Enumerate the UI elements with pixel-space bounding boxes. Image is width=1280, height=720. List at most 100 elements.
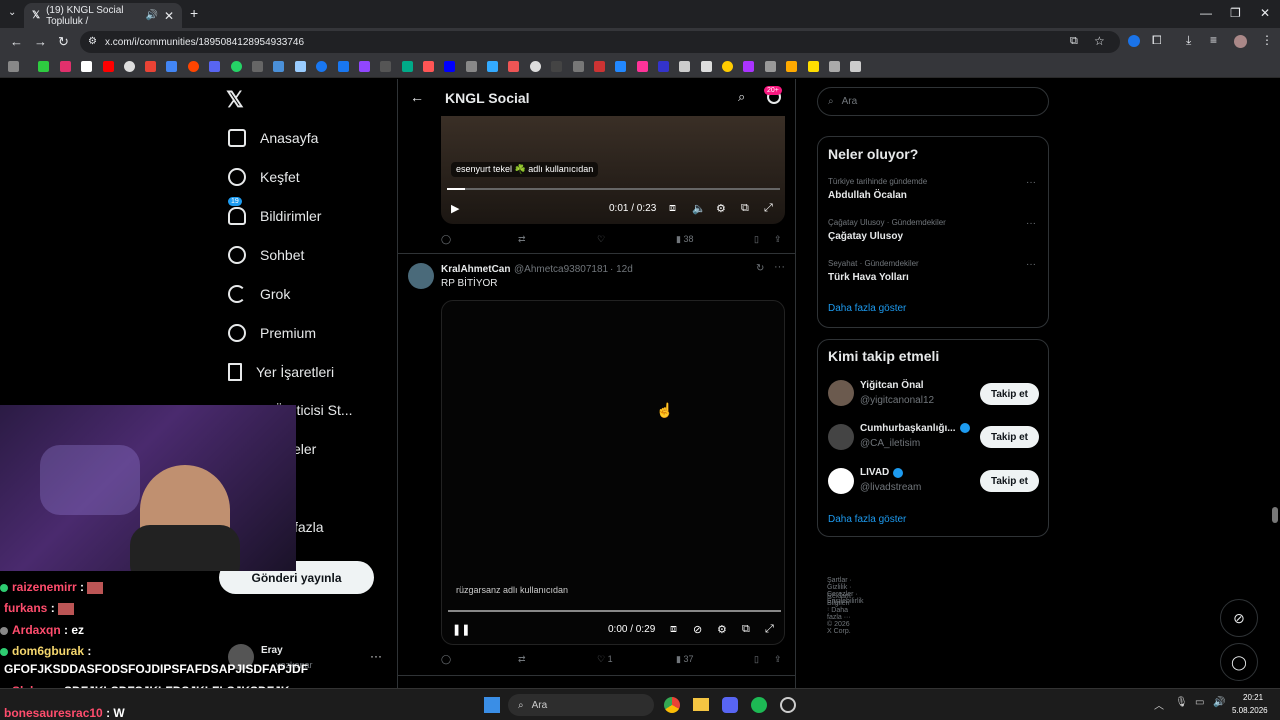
site-info-icon[interactable]: ⚙ [88, 36, 97, 47]
install-icon[interactable]: ⧉ [1070, 35, 1078, 48]
bookmark-icon[interactable] [615, 61, 626, 72]
volume-icon[interactable]: 🔈 [692, 202, 706, 215]
show-more-link[interactable]: Daha fazla göster [828, 303, 906, 314]
reading-list-icon[interactable]: ≡ [1210, 33, 1217, 47]
url-field[interactable]: ⚙ x.com/i/communities/189508412895493374… [80, 31, 1120, 53]
bookmark-icon[interactable] [530, 61, 541, 72]
bookmark-icon[interactable] [679, 61, 690, 72]
sidebar-item-premium[interactable]: Premium [228, 324, 316, 342]
bookmark-icon[interactable] [701, 61, 712, 72]
browser-tab[interactable]: 𝕏 (19) KNGL Social Topluluk / 🔊 ✕ [24, 3, 182, 28]
settings-icon[interactable]: ⚙ [717, 623, 727, 636]
bookmark-icon[interactable] [124, 61, 135, 72]
fullscreen-icon[interactable]: ⤢ [764, 202, 773, 215]
video-progress[interactable] [447, 188, 780, 190]
microphone-icon[interactable]: 🎙 [1175, 697, 1188, 708]
bookmark-icon[interactable] [145, 61, 156, 72]
sidebar-item-home[interactable]: Anasayfa [228, 129, 318, 147]
close-window-icon[interactable]: ✕ [1260, 6, 1270, 20]
bookmark-icon[interactable] [637, 61, 648, 72]
grok-icon[interactable]: ↻ [756, 263, 764, 274]
bookmark-icon[interactable] [743, 61, 754, 72]
bookmark-icon[interactable] [658, 61, 669, 72]
grok-icon[interactable]: ⊘ [1220, 599, 1258, 637]
bookmark-icon[interactable] [594, 61, 605, 72]
windows-start-icon[interactable] [484, 697, 500, 713]
sidebar-item-chat[interactable]: Sohbet [228, 246, 304, 264]
play-icon[interactable]: ▶ [451, 202, 459, 215]
follow-button[interactable]: Takip et [980, 426, 1039, 448]
clock-date[interactable]: 5.08.2026 [1232, 706, 1268, 715]
bookmark-icon[interactable] [573, 61, 584, 72]
bookmark-icon[interactable] [508, 61, 519, 72]
tray-expand-icon[interactable]: ︿ [1154, 697, 1164, 712]
user-name[interactable]: LIVAD [860, 467, 889, 478]
file-explorer-icon[interactable] [693, 698, 709, 711]
search-input[interactable]: ⌕ Ara [817, 87, 1049, 116]
captions-icon[interactable]: ⧈ [670, 623, 677, 636]
video-player[interactable]: rüzgarsanz adlı kullanıcıdan ❚❚ 0:00 / 0… [441, 300, 785, 645]
footer-links[interactable]: Reklam Bilgileri · Daha fazla ··· © 2026… [827, 593, 851, 635]
discord-icon[interactable] [722, 697, 738, 713]
bookmark-icon[interactable] [295, 61, 306, 72]
volume-icon[interactable]: 🔊 [1213, 697, 1225, 708]
bookmark-icon[interactable] [60, 61, 71, 72]
app-icon[interactable] [780, 697, 796, 713]
bookmark-icon[interactable] [423, 61, 434, 72]
show-more-link[interactable]: Daha fazla göster [828, 514, 906, 525]
share-icon[interactable]: ⇪ [774, 654, 782, 665]
bookmark-icon[interactable] [786, 61, 797, 72]
settings-icon[interactable]: ⚙ [716, 202, 726, 215]
bookmark-icon[interactable] [466, 61, 477, 72]
like-icon[interactable]: ♡ [597, 234, 605, 245]
user-name[interactable]: Cumhurbaşkanlığı... [860, 423, 956, 434]
bookmark-icon[interactable] [209, 61, 220, 72]
more-icon[interactable]: ··· [1026, 259, 1036, 270]
views-icon[interactable]: ▮ 37 [676, 654, 693, 665]
download-icon[interactable]: ⤓ [1186, 33, 1191, 48]
bookmark-icon[interactable]: ▯ [754, 234, 759, 245]
apps-icon[interactable] [8, 61, 19, 72]
reload-icon[interactable]: ↻ [58, 34, 69, 50]
bookmark-icon[interactable] [188, 61, 199, 72]
sidebar-item-communities[interactable]: eler [293, 441, 316, 457]
speaker-icon[interactable]: 🔊 [145, 10, 157, 21]
messages-icon[interactable]: ◯ [1220, 643, 1258, 681]
more-icon[interactable]: ··· [1026, 218, 1036, 229]
views-icon[interactable]: ▮ 38 [676, 234, 693, 245]
bookmark-icon[interactable] [38, 61, 49, 72]
menu-icon[interactable]: ⋮ [1261, 33, 1273, 47]
more-icon[interactable]: ··· [1026, 177, 1036, 188]
puzzle-icon[interactable]: ⧠ [1152, 33, 1162, 48]
repost-icon[interactable]: ⇄ [518, 654, 526, 665]
bookmark-icon[interactable] [338, 61, 349, 72]
new-tab-button[interactable]: + [190, 5, 198, 21]
user-name[interactable]: Yiğitcan Önal [860, 380, 924, 391]
share-icon[interactable]: ⇪ [774, 234, 782, 245]
bookmark-icon[interactable] [829, 61, 840, 72]
fullscreen-icon[interactable]: ⤢ [765, 623, 774, 636]
search-icon[interactable]: ⌕ [738, 89, 745, 105]
avatar[interactable] [828, 380, 854, 406]
post-author-name[interactable]: KralAhmetCan [441, 264, 510, 275]
x-logo-icon[interactable]: 𝕏 [226, 87, 244, 113]
bookmark-icon[interactable]: ▯ [754, 654, 759, 665]
pause-icon[interactable]: ❚❚ [452, 623, 470, 636]
reply-icon[interactable]: ◯ [441, 654, 451, 665]
sidebar-item-bookmarks[interactable]: Yer İşaretleri [228, 363, 334, 381]
maximize-icon[interactable]: ❐ [1230, 6, 1241, 20]
more-icon[interactable]: ··· [370, 649, 382, 663]
trend-item[interactable]: Türkiye tarihinde gündemde Abdullah Öcal… [828, 177, 1040, 201]
taskbar-search[interactable]: ⌕ Ara [508, 694, 654, 716]
bookmark-icon[interactable] [273, 61, 284, 72]
video-player[interactable]: esenyurt tekel ☘️ adlı kullanıcıdan ▶ 0:… [441, 116, 785, 224]
trend-item[interactable]: Seyahat · Gündemdekiler Türk Hava Yollar… [828, 259, 1040, 283]
bookmark-icon[interactable] [252, 61, 263, 72]
reply-icon[interactable]: ◯ [441, 234, 451, 245]
bookmark-icon[interactable] [380, 61, 391, 72]
bookmark-icon[interactable] [166, 61, 177, 72]
chrome-icon[interactable] [664, 697, 680, 713]
bookmark-icon[interactable] [316, 61, 327, 72]
bookmark-icon[interactable] [402, 61, 413, 72]
forward-icon[interactable]: → [34, 34, 47, 49]
